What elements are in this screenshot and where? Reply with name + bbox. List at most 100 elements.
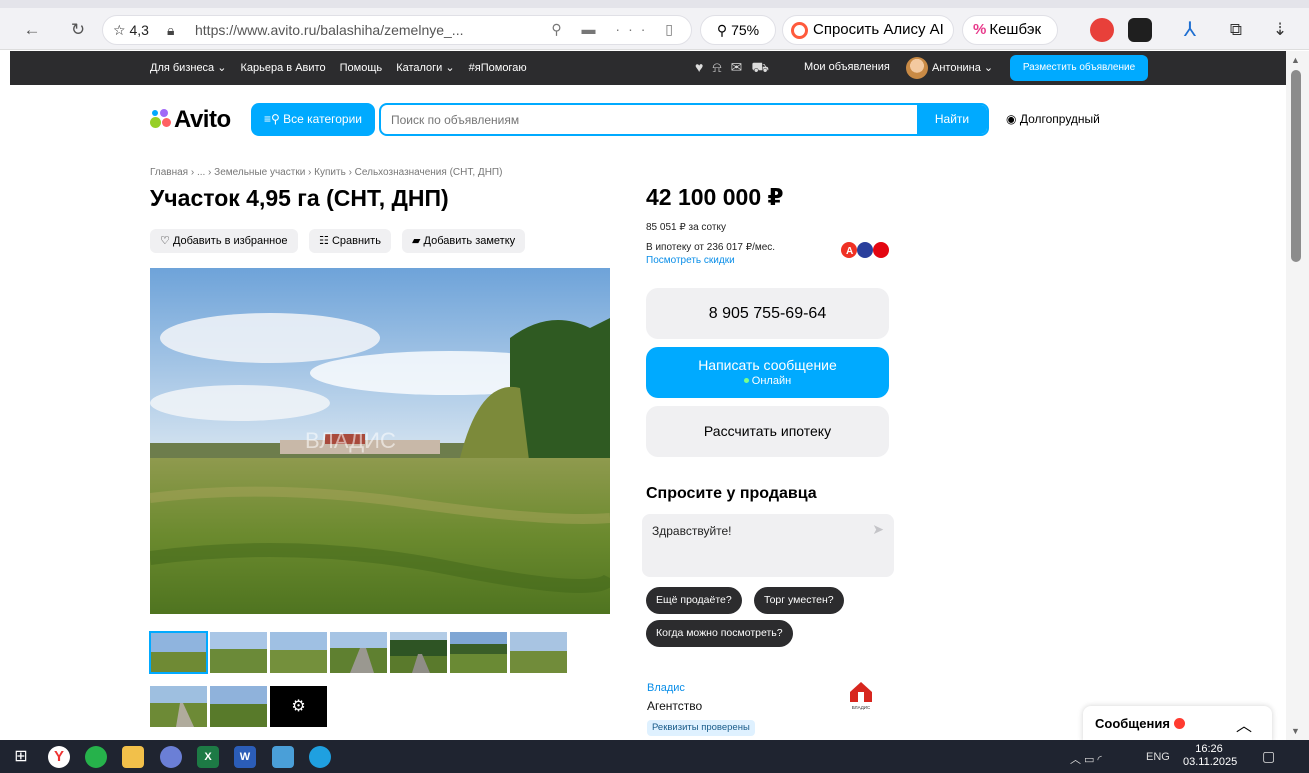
thumbnail-9[interactable] [210,686,267,727]
online-dot-icon [743,378,749,383]
extension-mask-icon[interactable] [1128,18,1152,42]
link-ya-pomogayu[interactable]: #яПомогаю [469,62,527,74]
address-bar[interactable]: ☆ 4,3 🔒︎ https://www.avito.ru/balashiha/… [102,15,692,45]
view-discounts-link[interactable]: Посмотреть скидки [646,255,735,266]
ask-alice-button[interactable]: Спросить Алису AI [782,15,954,45]
thumbnail-1[interactable] [149,631,208,674]
file-explorer-icon[interactable] [122,746,144,768]
cart-icon[interactable]: ⛟ [751,59,778,75]
ask-seller-title: Спросите у продавца [646,485,817,502]
compare-button[interactable]: ☷ Сравнить [309,229,391,253]
seller-logo[interactable]: ВЛАДИС [846,680,876,710]
thumbnail-2[interactable] [210,632,267,673]
system-clock[interactable]: 16:26 03.11.2025 [1183,743,1237,769]
messenger-widget[interactable]: Сообщения ︿ [1083,706,1272,742]
url-text[interactable]: https://www.avito.ru/balashiha/zemelnye_… [195,22,463,38]
thumbnail-5[interactable] [390,632,447,673]
send-icon[interactable]: ➤ [872,521,884,538]
breadcrumb[interactable]: Главная › ... › Земельные участки › Купи… [150,167,502,178]
search-box: Найти [379,103,989,136]
link-catalogs[interactable]: Каталоги ⌄ [396,62,454,74]
link-career[interactable]: Карьера в Авито [241,62,326,74]
bank-logos-icon: А [841,242,889,258]
yandex-browser-icon[interactable]: Y [48,746,70,768]
notifications-icon[interactable]: ▢ [1262,748,1275,765]
site-rating[interactable]: ☆ 4,3 [113,22,149,39]
notepad-icon[interactable] [272,746,294,768]
location-selector[interactable]: ◉ Долгопрудный [1006,112,1100,126]
thumbnail-image [210,686,267,727]
thumbnail-3[interactable] [270,632,327,673]
chevron-up-icon[interactable]: ︿ [1236,712,1252,736]
paint-app-icon[interactable] [160,746,182,768]
thumbnail-7[interactable] [510,632,567,673]
link-help[interactable]: Помощь [340,62,383,74]
tab-strip [0,0,1309,8]
lock-icon[interactable]: 🔒︎ [167,22,174,39]
excel-icon[interactable]: X [197,746,219,768]
extensions-puzzle-icon[interactable]: ⧉ [1224,18,1248,42]
price: 42 100 000 ₽ [646,184,784,210]
thumbnail-image [330,632,387,673]
search-button[interactable]: Найти [917,105,987,134]
avatar[interactable] [906,57,928,79]
chip-bargain[interactable]: Торг уместен? [754,587,844,614]
search-input[interactable] [391,111,911,129]
thumbnail-4[interactable] [330,632,387,673]
messenger-label: Сообщения [1095,716,1185,731]
chip-when-view[interactable]: Когда можно посмотреть? [646,620,793,647]
back-arrow-icon[interactable]: ← [22,20,42,40]
browser-toolbar: ← ↻ ☆ 4,3 🔒︎ https://www.avito.ru/balash… [0,0,1309,50]
location-pin-icon: ◉ [1006,112,1017,126]
show-phone-button[interactable]: 8 905 755-69-64 [646,288,889,339]
thumbnail-image [150,632,207,673]
calculate-mortgage-button[interactable]: Рассчитать ипотеку [646,406,889,457]
chat-icon[interactable]: ✉ [731,59,752,75]
word-icon[interactable]: W [234,746,256,768]
ask-seller-input[interactable]: Здравствуйте! ➤ [642,514,894,577]
add-to-favorites-button[interactable]: ♡ Добавить в избранное [150,229,298,253]
verified-badge: Реквизиты проверены [647,720,755,736]
post-ad-button[interactable]: Разместить объявление [1010,55,1148,81]
online-status: Онлайн [646,375,889,387]
main-photo[interactable]: ВЛАДИС [150,268,610,614]
scroll-down-icon[interactable]: ▼ [1291,726,1300,736]
more-photos-thumbnail[interactable]: ⚙ [270,686,327,727]
reload-icon[interactable]: ↻ [68,20,88,40]
scroll-up-icon[interactable]: ▲ [1291,55,1300,65]
edge-icon[interactable] [309,746,331,768]
link-business[interactable]: Для бизнеса ⌄ [150,62,226,74]
field-photo-image: ВЛАДИС [150,268,610,614]
add-note-button[interactable]: ▰ Добавить заметку [402,229,526,253]
all-categories-button[interactable]: ≡⚲ Все категории [251,103,375,136]
extension-person-icon[interactable]: ⅄ [1178,18,1202,42]
green-app-icon[interactable] [85,746,107,768]
write-message-button[interactable]: Написать сообщение Онлайн [646,347,889,398]
ask-seller-text[interactable]: Здравствуйте! [652,524,732,538]
zoom-indicator[interactable]: ⚲ 75% [700,15,776,45]
thumbnail-image [210,632,267,673]
thumbnail-image [390,632,447,673]
thumbnail-6[interactable] [450,632,507,673]
percent-icon: % [973,21,987,38]
photo-watermark: ВЛАДИС [305,428,396,453]
heart-icon[interactable]: ♥ [695,59,712,75]
thumbnail-image [270,632,327,673]
chip-still-selling[interactable]: Ещё продаёте? [646,587,742,614]
windows-start-icon[interactable]: ⊞ [10,746,32,768]
avito-logo-icon [150,109,172,129]
address-bar-actions[interactable]: ⚲ ▬ ··· ▯ [551,21,681,38]
extension-red-icon[interactable] [1090,18,1114,42]
bell-icon[interactable]: ⍾ [712,59,730,75]
tray-icons[interactable]: ︿ ▭ ◜ [1070,751,1102,767]
downloads-icon[interactable]: ⇣ [1268,18,1292,42]
scrollbar-thumb[interactable] [1291,70,1301,262]
user-menu[interactable]: Антонина ⌄ [932,61,993,74]
thumbnail-8[interactable] [150,686,207,727]
cashback-button[interactable]: % Кешбэк [962,15,1058,45]
my-ads-link[interactable]: Мои объявления [804,61,890,73]
language-indicator[interactable]: ENG [1146,751,1170,763]
seller-name-link[interactable]: Владис [647,682,685,694]
thumbnail-image [450,632,507,673]
avito-logo[interactable]: Avito [150,106,231,134]
